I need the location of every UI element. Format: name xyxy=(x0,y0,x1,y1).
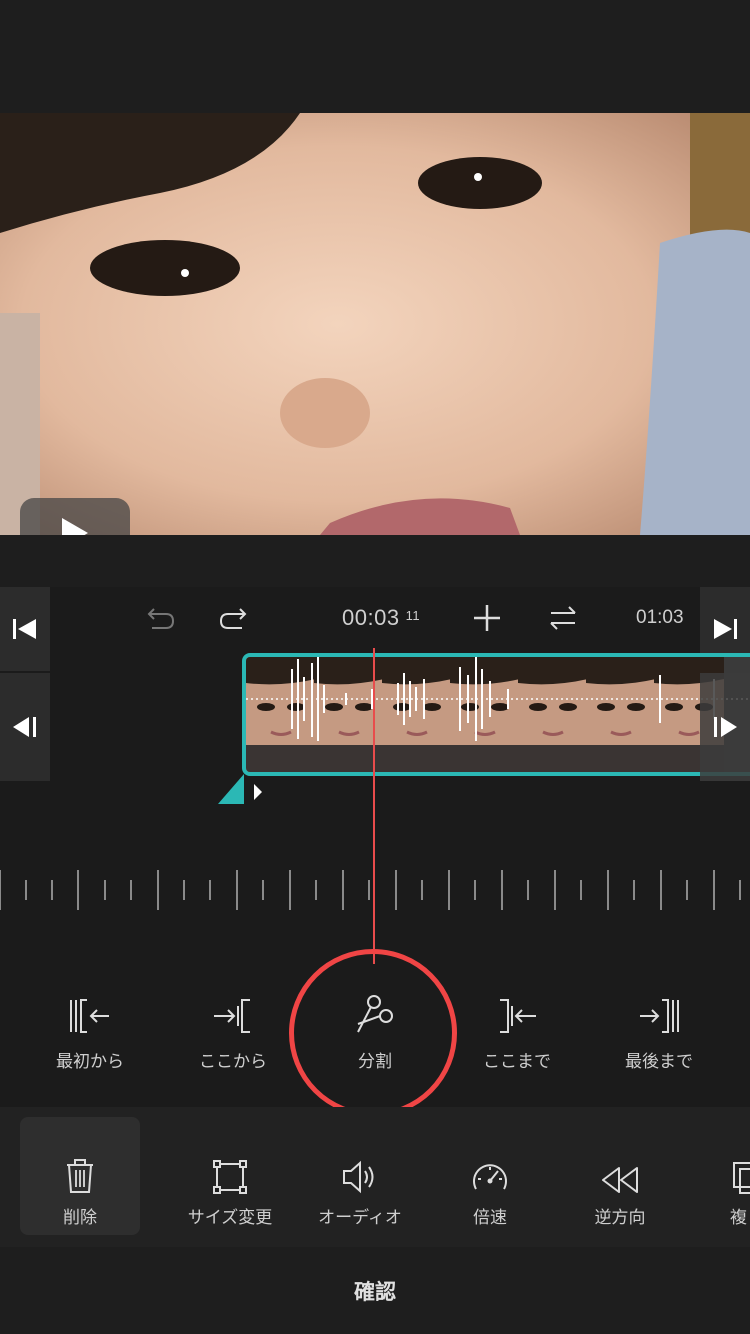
duplicate-icon xyxy=(733,1162,750,1194)
trim-to-here-button[interactable]: ここまで xyxy=(457,985,577,1095)
add-clip-button[interactable] xyxy=(470,601,504,635)
preview-bottom-band xyxy=(0,535,750,587)
trim-to-end-icon xyxy=(640,999,679,1033)
current-timecode: 00:03 11 xyxy=(342,605,421,630)
trim-from-start-button[interactable]: 最初から xyxy=(30,985,150,1095)
playhead[interactable] xyxy=(373,648,375,964)
end-timecode: 01:03 xyxy=(636,607,684,628)
timeline-toolbar: 00:03 11 01:03 xyxy=(0,587,750,649)
audio-icon xyxy=(343,1160,374,1194)
resize-tool-button[interactable]: サイズ変更 xyxy=(170,1117,290,1235)
redo-button[interactable] xyxy=(216,601,250,635)
confirm-button[interactable]: 確認 xyxy=(0,1247,750,1334)
edit-tools-row: 削除 サイズ変更 オーディオ 倍速 逆方向 複 xyxy=(0,1107,750,1247)
prev-frame-button[interactable] xyxy=(0,673,50,781)
video-clip-track[interactable] xyxy=(242,653,750,776)
trash-icon xyxy=(67,1159,93,1193)
resize-icon xyxy=(213,1160,247,1194)
reverse-tool-button[interactable]: 逆方向 xyxy=(560,1117,680,1235)
video-preview xyxy=(0,113,750,535)
split-highlight-circle xyxy=(289,949,457,1117)
action-label: 最初から xyxy=(56,1052,124,1072)
step-forward-icon xyxy=(714,717,737,737)
trim-handle[interactable] xyxy=(218,772,268,806)
swap-arrows-icon xyxy=(550,606,576,630)
redo-icon xyxy=(219,608,247,629)
trim-from-here-button[interactable]: ここから xyxy=(173,985,293,1095)
duplicate-tool-button[interactable]: 複 xyxy=(700,1117,750,1235)
trim-from-start-icon xyxy=(70,999,109,1033)
tool-label: 逆方向 xyxy=(594,1208,646,1228)
action-label: ここまで xyxy=(483,1052,551,1072)
action-label: ここから xyxy=(199,1052,267,1072)
tool-label: 削除 xyxy=(63,1208,97,1228)
trim-to-here-icon xyxy=(500,999,536,1033)
confirm-label: 確認 xyxy=(354,1279,396,1304)
undo-button[interactable] xyxy=(144,601,178,635)
video-frame-image xyxy=(0,113,750,535)
speed-tool-button[interactable]: 倍速 xyxy=(430,1117,550,1235)
delete-tool-button[interactable]: 削除 xyxy=(20,1117,140,1235)
next-frame-button[interactable] xyxy=(700,673,750,781)
undo-icon xyxy=(147,608,175,629)
timeline-ruler[interactable] xyxy=(0,860,750,920)
plus-icon xyxy=(474,605,500,631)
tool-label: 複 xyxy=(730,1208,747,1228)
reverse-icon xyxy=(602,1167,638,1193)
tool-label: オーディオ xyxy=(318,1208,402,1228)
trim-from-here-icon xyxy=(214,999,250,1033)
top-bar xyxy=(0,0,750,113)
action-label: 最後まで xyxy=(625,1052,693,1072)
audio-waveform xyxy=(246,657,750,741)
speedometer-icon xyxy=(473,1164,507,1190)
trim-to-end-button[interactable]: 最後まで xyxy=(599,985,719,1095)
swap-button[interactable] xyxy=(546,601,580,635)
tool-label: サイズ変更 xyxy=(187,1208,273,1228)
audio-tool-button[interactable]: オーディオ xyxy=(300,1117,420,1235)
step-back-icon xyxy=(13,717,36,737)
tool-label: 倍速 xyxy=(473,1208,507,1228)
